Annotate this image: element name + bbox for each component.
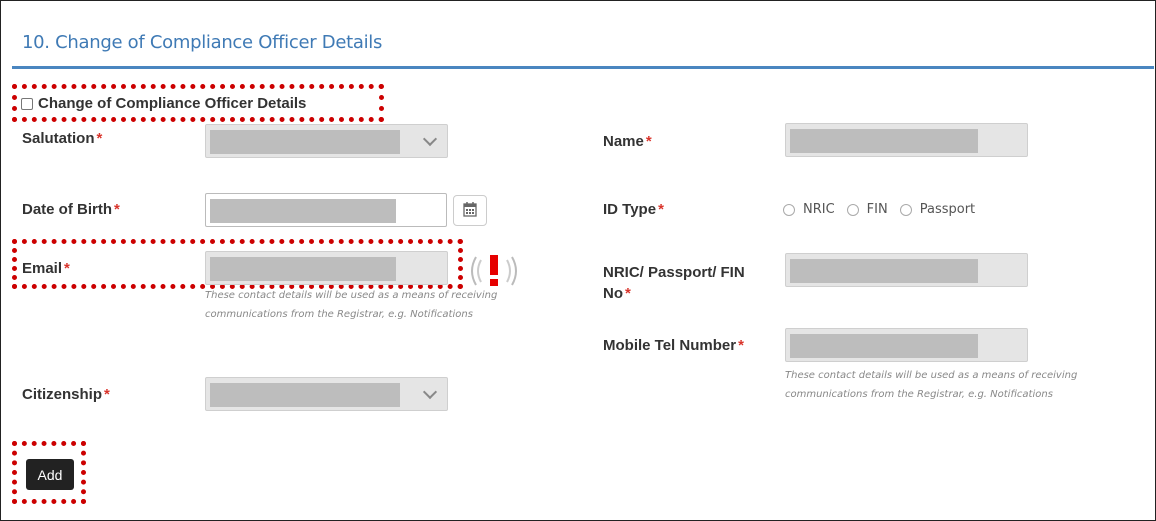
email-label-text: Email bbox=[22, 260, 63, 277]
email-label: Email * bbox=[22, 260, 70, 277]
mobile-label: Mobile Tel Number * bbox=[603, 337, 744, 354]
radio-fin-label: FIN bbox=[866, 202, 888, 217]
mobile-help-text: These contact details will be used as a … bbox=[785, 370, 1078, 400]
redacted-value bbox=[790, 129, 978, 153]
radio-button[interactable] bbox=[783, 203, 795, 216]
required-marker: * bbox=[645, 133, 652, 150]
radio-nric-label: NRIC bbox=[803, 202, 835, 217]
change-officer-checkbox[interactable] bbox=[21, 98, 33, 110]
redacted-value bbox=[210, 257, 396, 281]
id-number-label-line1: NRIC/ Passport/ FIN bbox=[603, 264, 745, 281]
citizenship-select[interactable] bbox=[205, 377, 448, 411]
alert-icon bbox=[466, 253, 522, 289]
salutation-label-text: Salutation bbox=[22, 130, 95, 147]
required-marker: * bbox=[64, 260, 70, 277]
chevron-down-icon bbox=[422, 131, 438, 147]
section-divider bbox=[12, 66, 1154, 69]
calendar-icon bbox=[463, 202, 477, 217]
id-type-radio-group: NRIC FIN Passport bbox=[783, 202, 987, 217]
radio-button[interactable] bbox=[899, 203, 912, 216]
id-number-input[interactable] bbox=[785, 253, 1028, 287]
mobile-input[interactable] bbox=[785, 328, 1028, 362]
change-officer-checkbox-label: Change of Compliance Officer Details bbox=[38, 95, 307, 112]
required-marker: * bbox=[114, 201, 120, 218]
required-marker: * bbox=[625, 285, 631, 302]
section-title: 10. Change of Compliance Officer Details bbox=[22, 32, 383, 53]
salutation-select[interactable] bbox=[205, 124, 448, 158]
redacted-value bbox=[790, 334, 978, 358]
dob-label: Date of Birth * bbox=[22, 201, 120, 218]
id-type-label: ID Type * bbox=[603, 201, 664, 218]
id-type-label-text: ID Type bbox=[603, 201, 657, 218]
dob-label-text: Date of Birth bbox=[22, 201, 112, 218]
redacted-value bbox=[210, 130, 400, 154]
calendar-button[interactable] bbox=[453, 195, 487, 226]
redacted-value bbox=[790, 259, 978, 283]
name-label-text: Name bbox=[603, 133, 644, 150]
salutation-label: Salutation * bbox=[22, 130, 102, 147]
radio-nric[interactable]: NRIC bbox=[783, 202, 835, 217]
radio-passport[interactable]: Passport bbox=[899, 202, 976, 217]
radio-fin[interactable]: FIN bbox=[846, 202, 888, 217]
radio-passport-label: Passport bbox=[919, 202, 976, 217]
required-marker: * bbox=[104, 386, 110, 403]
required-marker: * bbox=[658, 201, 664, 218]
email-input[interactable] bbox=[205, 251, 448, 285]
citizenship-label-text: Citizenship bbox=[22, 386, 103, 403]
redacted-value bbox=[210, 199, 396, 223]
id-number-label: NRIC/ Passport/ FIN No * bbox=[603, 262, 745, 304]
name-label: Name * bbox=[603, 133, 652, 150]
required-marker: * bbox=[738, 337, 744, 354]
mobile-label-text: Mobile Tel Number bbox=[603, 337, 737, 354]
email-help-text: These contact details will be used as a … bbox=[205, 290, 498, 320]
name-input[interactable] bbox=[785, 123, 1028, 157]
dob-input[interactable] bbox=[205, 193, 447, 227]
radio-button[interactable] bbox=[846, 203, 859, 216]
id-number-label-line2: No bbox=[603, 285, 623, 302]
citizenship-label: Citizenship * bbox=[22, 386, 110, 403]
add-button[interactable]: Add bbox=[26, 459, 74, 490]
redacted-value bbox=[210, 383, 400, 407]
chevron-down-icon bbox=[422, 384, 438, 400]
required-marker: * bbox=[96, 130, 103, 147]
